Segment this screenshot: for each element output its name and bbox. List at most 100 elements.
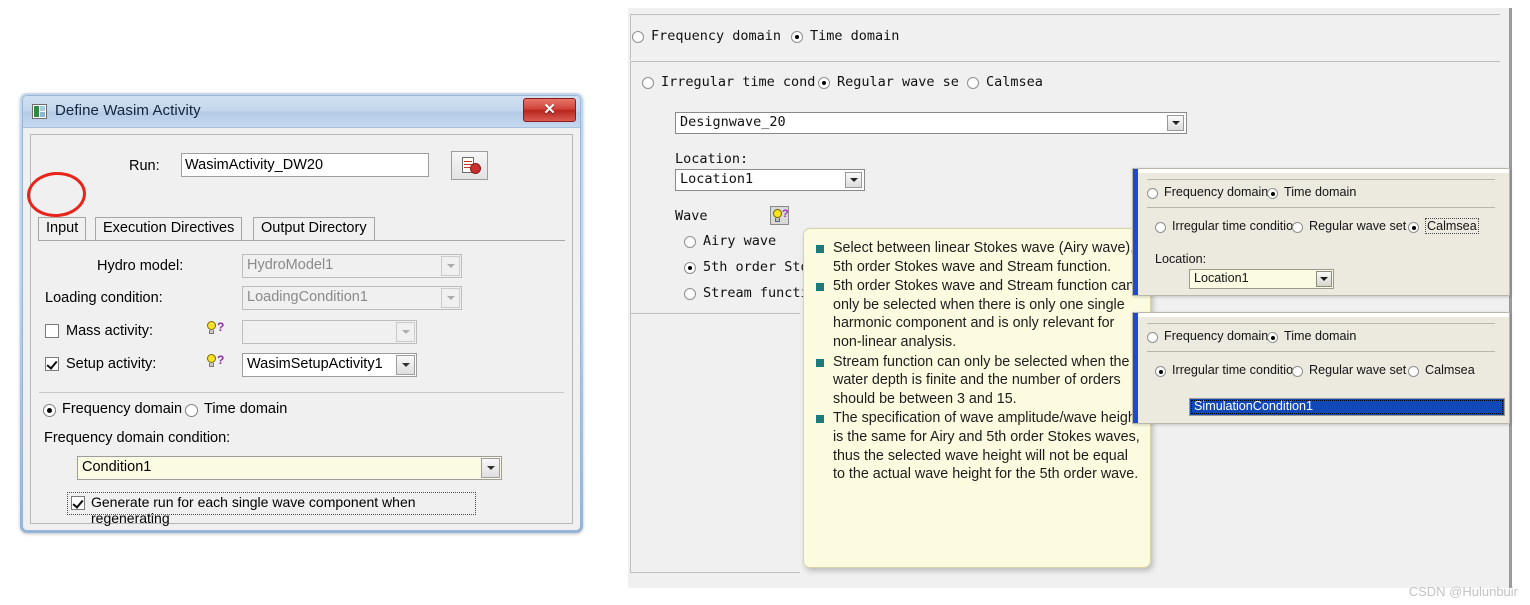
wave-set-combo[interactable]: Designwave_20 <box>675 112 1187 134</box>
mass-activity-row: Mass activity: ? <box>39 320 564 346</box>
run-label: Run: <box>129 158 160 174</box>
define-wasim-activity-dialog: Define Wasim Activity ✕ Run: WasimActivi… <box>20 93 583 533</box>
chevron-down-icon[interactable] <box>441 288 460 308</box>
section-divider-3 <box>630 572 800 573</box>
frequency-domain-condition-value: Condition1 <box>82 459 152 475</box>
mass-activity-combo[interactable] <box>242 320 417 344</box>
hydro-model-row: Hydro model: HydroModel1 <box>39 254 564 280</box>
chevron-down-icon[interactable] <box>845 172 862 188</box>
setup-activity-label: Setup activity: <box>66 356 157 372</box>
loading-condition-combo[interactable]: LoadingCondition1 <box>242 286 462 310</box>
radio-stream-function[interactable] <box>684 288 696 300</box>
chevron-down-icon[interactable] <box>481 458 500 478</box>
ovl1-radio-regular-wave-set[interactable] <box>1292 222 1303 233</box>
tab-output-directory[interactable]: Output Directory <box>253 217 375 240</box>
rp-radio-regular-wave-set[interactable] <box>818 77 830 89</box>
ovl2-radio-irregular-time-condition[interactable] <box>1155 366 1166 377</box>
close-button[interactable]: ✕ <box>523 98 576 122</box>
hydro-model-value: HydroModel1 <box>247 257 334 273</box>
chevron-down-icon[interactable] <box>396 322 415 342</box>
ovl1-radio-time-domain[interactable] <box>1267 188 1278 199</box>
ovl2-radio-irregular-time-condition-label: Irregular time condition <box>1172 363 1301 377</box>
dialog-titlebar[interactable]: Define Wasim Activity ✕ <box>23 96 580 128</box>
section-divider-1 <box>630 61 1500 62</box>
lightbulb-help-icon[interactable]: ? <box>207 354 227 369</box>
ovl2-radio-calmsea-label: Calmsea <box>1425 363 1475 377</box>
rp-radio-time-domain-label: Time domain <box>810 28 900 44</box>
panel-left-strip <box>620 8 628 588</box>
ovl1-radio-frequency-domain-label: Frequency domain <box>1164 185 1269 199</box>
dialog-title: Define Wasim Activity <box>55 102 201 119</box>
overlay-divider-top <box>1147 323 1495 324</box>
tooltip-bullet-list: Select between linear Stokes wave (Airy … <box>813 239 1141 484</box>
chevron-down-icon[interactable] <box>1316 271 1332 287</box>
setup-activity-combo[interactable]: WasimSetupActivity1 <box>242 353 417 377</box>
rp-radio-calmsea[interactable] <box>967 77 979 89</box>
chevron-down-icon[interactable] <box>396 355 415 375</box>
lightbulb-help-icon[interactable]: ? <box>207 321 227 336</box>
chevron-down-icon[interactable] <box>441 256 460 276</box>
setup-activity-row: Setup activity: ? WasimSetupActivity1 <box>39 353 564 379</box>
tooltip-bullet: 5th order Stokes wave and Stream functio… <box>813 277 1141 351</box>
ovl1-location-combo[interactable]: Location1 <box>1189 269 1334 289</box>
run-input[interactable]: WasimActivity_DW20 <box>181 153 429 177</box>
divider <box>39 392 564 393</box>
mass-activity-checkbox[interactable] <box>45 324 59 338</box>
tooltip-bullet: The specification of wave amplitude/wave… <box>813 409 1141 483</box>
overlay-accent-bar <box>1133 169 1138 295</box>
ovl2-radio-time-domain-label: Time domain <box>1284 329 1357 343</box>
domain-radio-group: Frequency domain Time domain <box>39 400 564 422</box>
loading-condition-value: LoadingCondition1 <box>247 289 368 305</box>
rp-radio-frequency-domain-label: Frequency domain <box>651 28 782 44</box>
wave-set-value: Designwave_20 <box>680 114 786 130</box>
rp-radio-time-domain[interactable] <box>791 31 803 43</box>
tooltip-bullet: Select between linear Stokes wave (Airy … <box>813 239 1141 276</box>
ovl1-radio-irregular-time-condition[interactable] <box>1155 222 1166 233</box>
tabstrip: Input Execution Directives Output Direct… <box>38 217 565 241</box>
lightbulb-help-icon[interactable]: ? <box>770 206 789 225</box>
generate-run-checkbox[interactable] <box>71 496 85 510</box>
ovl1-radio-frequency-domain[interactable] <box>1147 188 1158 199</box>
hydro-model-combo[interactable]: HydroModel1 <box>242 254 462 278</box>
group-border-top <box>630 14 1500 15</box>
generate-run-checkbox-row[interactable]: Generate run for each single wave compon… <box>67 492 476 526</box>
setup-activity-checkbox[interactable] <box>45 357 59 371</box>
ovl2-radio-calmsea[interactable] <box>1408 366 1419 377</box>
frequency-domain-condition-combo[interactable]: Condition1 <box>77 456 502 480</box>
simulation-condition-list-item[interactable]: SimulationCondition1 <box>1189 398 1505 416</box>
radio-airy-wave-label: Airy wave <box>703 233 777 249</box>
tab-underline <box>38 240 565 241</box>
overlay-divider-top <box>1147 179 1495 180</box>
group-border-left <box>630 14 631 60</box>
ovl2-radio-time-domain[interactable] <box>1267 332 1278 343</box>
run-browse-button[interactable] <box>451 151 488 180</box>
radio-time-domain-label: Time domain <box>204 401 288 417</box>
radio-5th-order-stokes[interactable] <box>684 262 696 274</box>
setup-activity-value: WasimSetupActivity1 <box>247 356 383 372</box>
export-arrow-icon <box>470 163 481 174</box>
tab-input[interactable]: Input <box>38 217 87 240</box>
tab-execution-directives[interactable]: Execution Directives <box>95 217 243 240</box>
radio-stream-function-label: Stream functi <box>703 285 809 301</box>
radio-frequency-domain-label: Frequency domain <box>62 401 183 417</box>
rp-radio-frequency-domain[interactable] <box>632 31 644 43</box>
ovl1-radio-calmsea[interactable] <box>1408 222 1419 233</box>
app-window-icon <box>32 104 47 119</box>
rp-radio-irregular-time-cond[interactable] <box>642 77 654 89</box>
ovl2-radio-regular-wave-set-label: Regular wave set <box>1309 363 1407 377</box>
chevron-down-icon[interactable] <box>1167 115 1184 131</box>
radio-frequency-domain[interactable] <box>43 404 56 417</box>
ovl2-radio-regular-wave-set[interactable] <box>1292 366 1303 377</box>
ovl1-radio-time-domain-label: Time domain <box>1284 185 1357 199</box>
mass-activity-label: Mass activity: <box>66 323 154 339</box>
rp-radio-irregular-time-cond-label: Irregular time cond <box>661 74 816 90</box>
rp-location-combo[interactable]: Location1 <box>675 169 865 191</box>
wave-help-tooltip: Select between linear Stokes wave (Airy … <box>803 228 1151 568</box>
radio-airy-wave[interactable] <box>684 236 696 248</box>
ovl1-location-value: Location1 <box>1194 271 1249 285</box>
rp-location-value: Location1 <box>680 171 754 187</box>
radio-time-domain[interactable] <box>185 404 198 417</box>
rp-radio-calmsea-label: Calmsea <box>986 74 1043 90</box>
ovl2-radio-frequency-domain[interactable] <box>1147 332 1158 343</box>
dialog-content-frame: Run: WasimActivity_DW20 Input Execution … <box>30 134 573 526</box>
